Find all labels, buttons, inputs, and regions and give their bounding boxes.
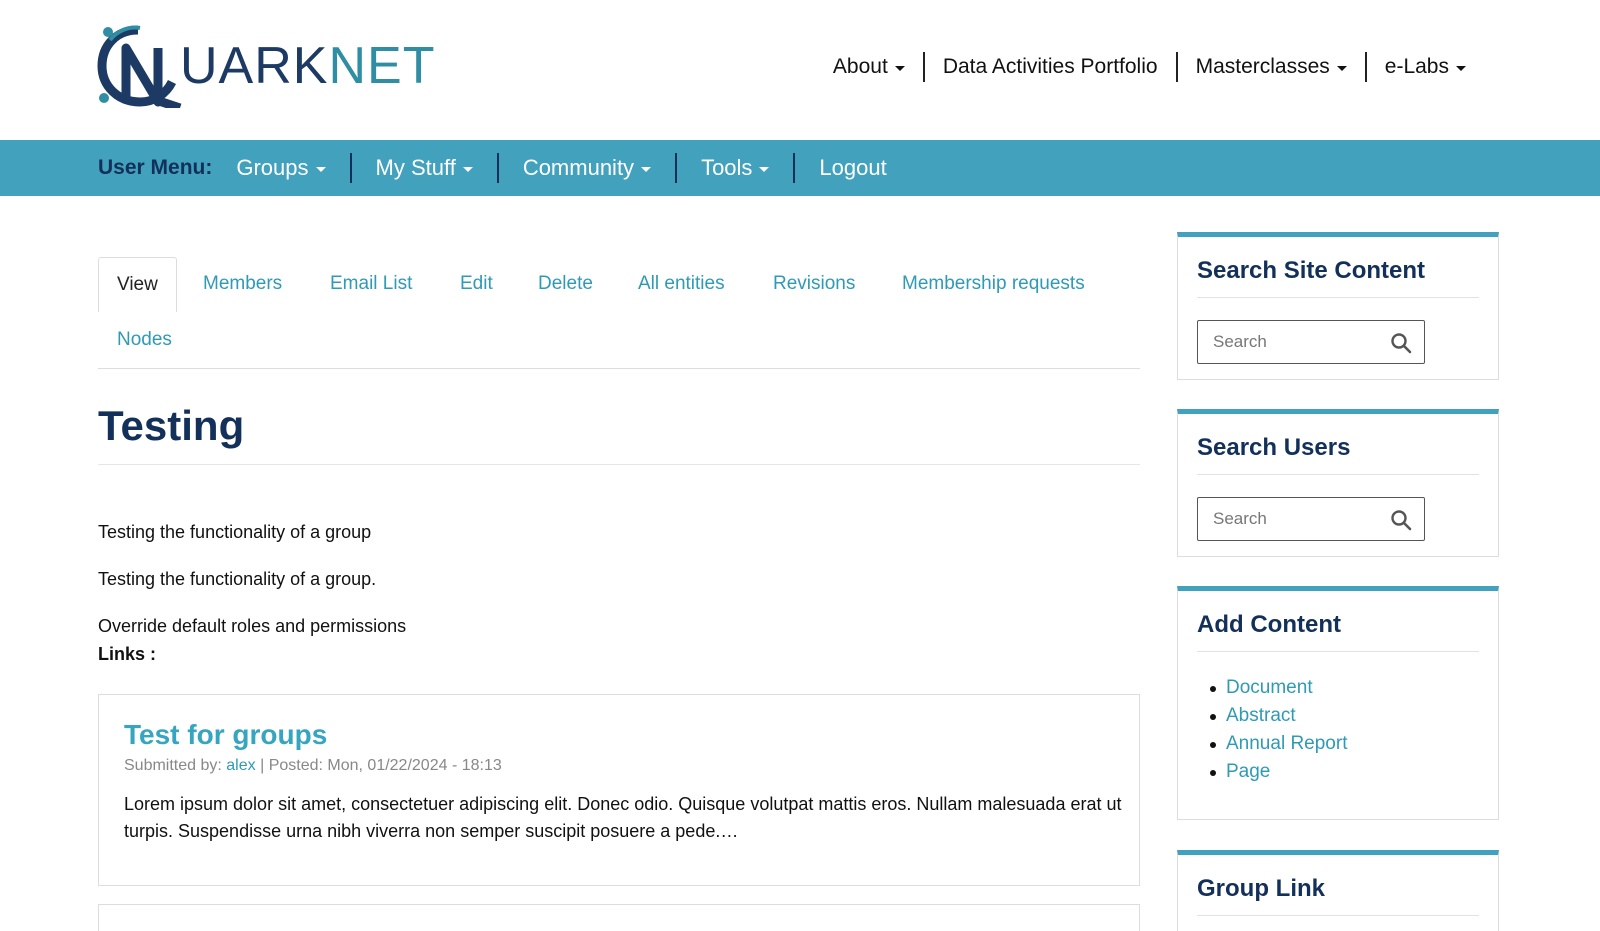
user-menu-my-stuff[interactable]: My Stuff: [352, 155, 497, 181]
add-content-title: Add Content: [1197, 591, 1479, 652]
tab-revisions[interactable]: Revisions: [773, 257, 855, 311]
search-icon[interactable]: [1390, 332, 1412, 354]
search-users-input[interactable]: [1198, 498, 1378, 540]
top-nav-elabs-label: e-Labs: [1384, 55, 1449, 78]
caret-down-icon: [1336, 65, 1347, 71]
top-nav-masterclasses-label: Masterclasses: [1195, 55, 1330, 78]
quark-q-icon: [97, 25, 182, 108]
tab-view[interactable]: View: [98, 257, 177, 312]
top-nav-data-activities[interactable]: Data Activities Portfolio: [925, 52, 1176, 82]
caret-down-icon: [894, 65, 905, 71]
top-nav-about-label: About: [832, 55, 888, 78]
search-users-title: Search Users: [1197, 414, 1479, 475]
user-menu-tools[interactable]: Tools: [677, 155, 793, 181]
caret-down-icon: [759, 166, 770, 172]
user-menu-logout[interactable]: Logout: [795, 155, 910, 181]
tab-email-list[interactable]: Email List: [330, 257, 412, 311]
post-teaser: Lorem ipsum dolor sit amet, consectetuer…: [124, 794, 1122, 841]
search-users-box: [1197, 497, 1425, 541]
add-content-block: Add Content Document Abstract Annual Rep…: [1177, 586, 1499, 820]
search-site-block: Search Site Content: [1177, 232, 1499, 380]
group-description-line: Testing the functionality of a group.: [98, 569, 377, 589]
group-roles-text: Override default roles and permissions: [98, 616, 407, 636]
add-content-document-link[interactable]: Document: [1197, 674, 1479, 702]
user-menu-community[interactable]: Community: [499, 155, 675, 181]
search-site-input[interactable]: [1198, 321, 1378, 363]
site-header: UARKNET About Data Activities Portfolio …: [0, 0, 1600, 140]
top-nav-about[interactable]: About: [815, 52, 923, 82]
tab-delete[interactable]: Delete: [538, 257, 593, 311]
search-users-block: Search Users: [1177, 409, 1499, 557]
add-content-annual-report-link[interactable]: Annual Report: [1197, 730, 1479, 758]
post-title-link[interactable]: Test for groups: [124, 719, 327, 751]
post-meta: Submitted by: alex | Posted: Mon, 01/22/…: [124, 757, 502, 775]
user-menu-bar: User Menu: Groups My Stuff Community Too…: [0, 140, 1600, 196]
top-navigation: About Data Activities Portfolio Mastercl…: [815, 52, 1484, 82]
caret-down-icon: [462, 166, 473, 172]
user-menu-label: User Menu:: [98, 156, 213, 179]
post-author-link[interactable]: alex: [226, 757, 255, 774]
user-menu-logout-label: Logout: [819, 155, 887, 180]
search-site-box: [1197, 320, 1425, 364]
top-nav-elabs[interactable]: e-Labs: [1367, 52, 1484, 82]
top-nav-data-activities-label: Data Activities Portfolio: [942, 55, 1158, 78]
tab-members[interactable]: Members: [203, 257, 282, 311]
user-menu-groups-label: Groups: [236, 155, 309, 180]
search-site-title: Search Site Content: [1197, 237, 1479, 298]
user-menu-my-stuff-label: My Stuff: [375, 155, 456, 180]
add-content-list: Document Abstract Annual Report Page: [1197, 674, 1479, 786]
add-content-abstract-link[interactable]: Abstract: [1197, 702, 1479, 730]
tab-all-entities[interactable]: All entities: [638, 257, 725, 311]
logo-wordmark: UARKNET: [180, 40, 435, 92]
search-icon[interactable]: [1390, 509, 1412, 531]
logo-wordmark-uark: UARK: [180, 37, 329, 95]
links-label: Links :: [98, 644, 157, 664]
user-menu-community-label: Community: [522, 155, 635, 180]
logo-wordmark-net: NET: [328, 37, 436, 95]
caret-down-icon: [1456, 65, 1466, 71]
user-menu-tools-label: Tools: [701, 155, 753, 180]
post-card: [98, 904, 1140, 931]
user-menu-groups[interactable]: Groups: [236, 155, 349, 181]
group-link-title: Group Link: [1197, 855, 1479, 916]
add-content-page-link[interactable]: Page: [1197, 758, 1479, 786]
post-card: Test for groups Submitted by: alex | Pos…: [98, 694, 1140, 886]
top-nav-masterclasses[interactable]: Masterclasses: [1178, 52, 1365, 82]
tab-edit[interactable]: Edit: [460, 257, 493, 311]
post-date: | Posted: Mon, 01/22/2024 - 18:13: [260, 757, 502, 774]
post-submitted-label: Submitted by:: [124, 757, 222, 774]
tab-membership-requests[interactable]: Membership requests: [902, 257, 1085, 311]
tab-nodes[interactable]: Nodes: [117, 313, 172, 367]
caret-down-icon: [315, 166, 326, 172]
caret-down-icon: [641, 166, 652, 172]
group-tabs: View Members Email List Edit Delete All …: [98, 257, 1140, 369]
quarknet-logo[interactable]: UARKNET: [96, 22, 434, 108]
group-link-block: Group Link: [1177, 850, 1499, 931]
group-description-line: Testing the functionality of a group: [98, 522, 372, 542]
page-title: Testing: [98, 402, 1140, 465]
